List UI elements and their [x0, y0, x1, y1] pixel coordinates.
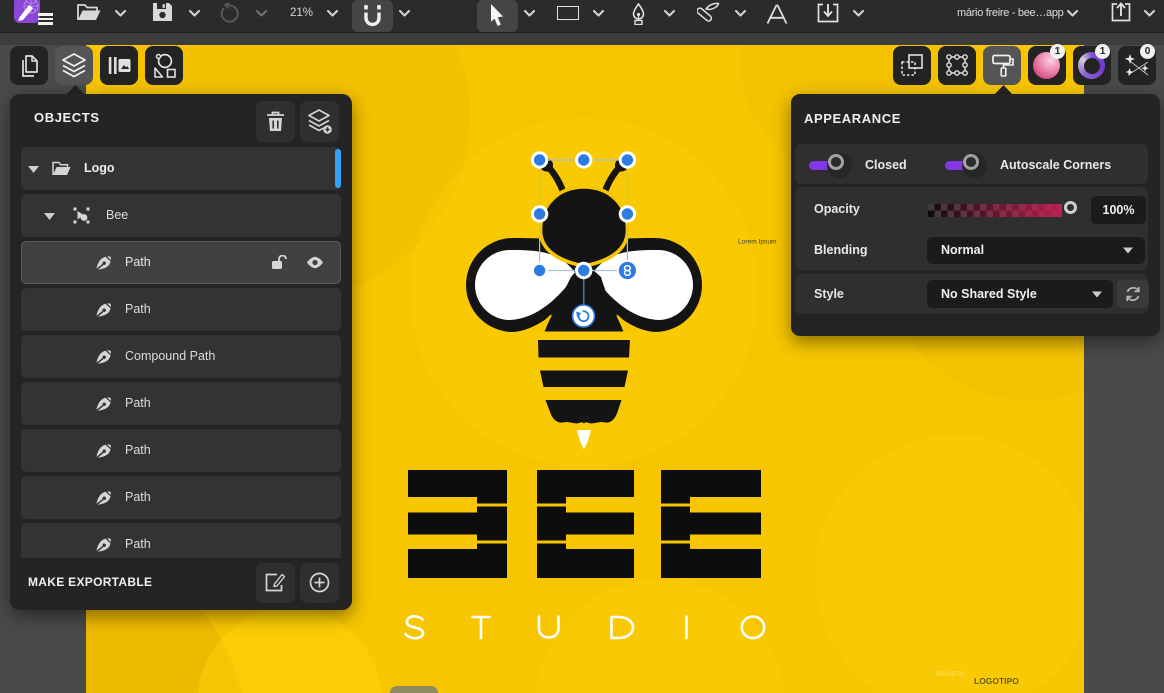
svg-text:LOGOTIPO: LOGOTIPO	[974, 676, 1019, 686]
svg-text:PROJETO:: PROJETO:	[936, 672, 966, 678]
svg-text:Lorem Ipsum: Lorem Ipsum	[738, 239, 777, 246]
